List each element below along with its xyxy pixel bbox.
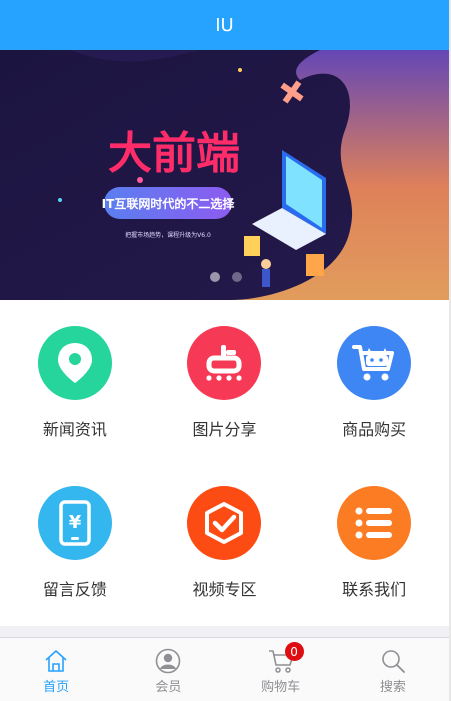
grid-item-video[interactable]: 视频专区 (150, 456, 300, 626)
home-icon (45, 650, 67, 672)
app-root: IU 大前端 IT互联网时代的不二选择 把握市场趋势，课程升级为V6.0 新闻资… (0, 0, 451, 701)
app-header: IU (0, 0, 449, 50)
grid-item-news[interactable]: 新闻资讯 (0, 300, 150, 456)
tab-label: 会员 (155, 680, 182, 695)
banner-image: 大前端 IT互联网时代的不二选择 把握市场趋势，课程升级为V6.0 (0, 50, 449, 300)
tab-search[interactable]: 搜索 (337, 638, 449, 701)
check-shield-icon (187, 486, 262, 560)
bottom-tabbar: 首页 会员 0 购物车 搜索 (0, 637, 449, 701)
banner-subtext: 把握市场趋势，课程升级为V6.0 (125, 231, 211, 239)
grid-item-label: 图片分享 (192, 420, 257, 439)
grid-item-label: 视频专区 (192, 580, 257, 599)
shopping-cart-icon (337, 326, 412, 400)
grid-item-label: 联系我们 (342, 580, 407, 599)
header-title: IU (215, 14, 234, 36)
tab-label: 搜索 (379, 680, 406, 695)
tab-home[interactable]: 首页 (0, 638, 112, 701)
user-icon (156, 648, 181, 674)
grid-item-shop[interactable]: 商品购买 (299, 300, 449, 456)
list-icon (337, 486, 412, 560)
carousel-dot[interactable] (232, 272, 242, 282)
search-icon (382, 650, 405, 673)
tab-label: 购物车 (261, 680, 301, 695)
banner-headline: 大前端 (108, 128, 240, 179)
section-divider (0, 626, 449, 637)
grid-item-label: 新闻资讯 (42, 420, 107, 439)
cart-badge: 0 (284, 642, 304, 661)
grid-item-contact[interactable]: 联系我们 (299, 456, 449, 626)
phone-yuan-icon: ¥ (37, 486, 112, 560)
banner-slogan: IT互联网时代的不二选择 (102, 196, 236, 211)
carousel-indicators (210, 272, 242, 282)
dian-icon (187, 326, 262, 400)
grid-item-label: 留言反馈 (42, 580, 107, 599)
nav-grid: 新闻资讯 图片分享 商品购买 ¥ 留言反馈 视频专区 联系我们 (0, 300, 449, 626)
grid-item-feedback[interactable]: ¥ 留言反馈 (0, 456, 150, 626)
tab-cart[interactable]: 0 购物车 (225, 638, 337, 701)
map-pin-icon (37, 326, 112, 400)
grid-item-photos[interactable]: 图片分享 (150, 300, 300, 456)
grid-item-label: 商品购买 (342, 420, 407, 439)
banner-carousel[interactable]: 大前端 IT互联网时代的不二选择 把握市场趋势，课程升级为V6.0 (0, 50, 449, 300)
tab-label: 首页 (43, 680, 70, 695)
carousel-dot[interactable] (210, 272, 220, 282)
tab-member[interactable]: 会员 (112, 638, 224, 701)
svg-text:¥: ¥ (69, 512, 82, 533)
